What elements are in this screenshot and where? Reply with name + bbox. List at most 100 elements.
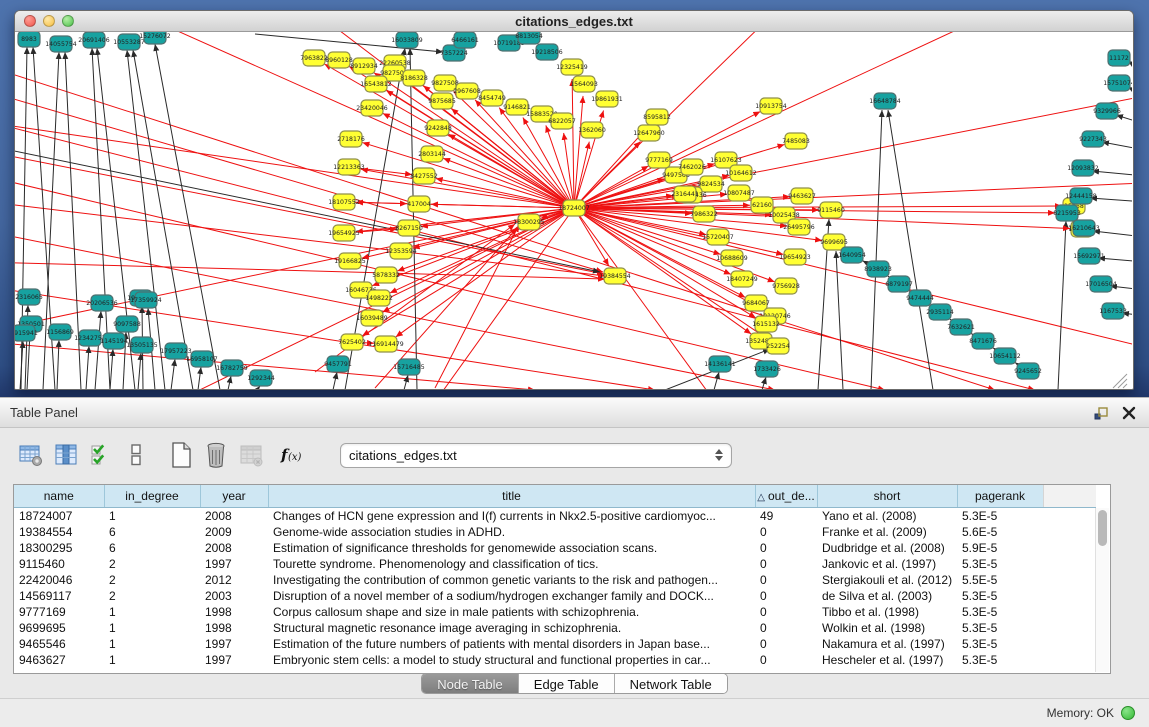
- table-cell[interactable]: 2012: [200, 572, 268, 588]
- graph-node[interactable]: 19384554: [599, 268, 631, 284]
- graph-node[interactable]: 1292344: [247, 370, 275, 386]
- column-header-pagerank[interactable]: pagerank: [957, 485, 1043, 507]
- table-cell[interactable]: Hescheler et al. (1997): [817, 652, 957, 668]
- table-cell[interactable]: 2009: [200, 524, 268, 540]
- table-cell[interactable]: Wolkin et al. (1998): [817, 620, 957, 636]
- delete-rows-icon[interactable]: [201, 441, 231, 469]
- graph-node[interactable]: 2718176: [337, 131, 365, 147]
- table-cell[interactable]: 9463627: [14, 652, 104, 668]
- table-cell[interactable]: Structural magnetic resonance image aver…: [268, 620, 755, 636]
- graph-node[interactable]: 23420046: [356, 100, 388, 116]
- table-cell[interactable]: 2008: [200, 540, 268, 556]
- graph-node[interactable]: 18300295: [513, 214, 545, 230]
- table-cell[interactable]: 14569117: [14, 588, 104, 604]
- table-cell[interactable]: 1: [104, 652, 200, 668]
- graph-node[interactable]: 8983: [18, 32, 40, 47]
- graph-node[interactable]: 1362060: [578, 122, 606, 138]
- table-cell[interactable]: 1997: [200, 556, 268, 572]
- graph-node[interactable]: 9463627: [788, 188, 816, 204]
- table-cell[interactable]: Yano et al. (2008): [817, 507, 957, 524]
- graph-node[interactable]: 16648784: [869, 93, 901, 109]
- tab-network-table[interactable]: Network Table: [614, 674, 727, 693]
- table-settings-icon[interactable]: [16, 441, 46, 469]
- table-cell[interactable]: 2: [104, 556, 200, 572]
- tab-edge-table[interactable]: Edge Table: [518, 674, 614, 693]
- graph-node[interactable]: 116914479: [368, 336, 403, 352]
- table-cell[interactable]: Tibbo et al. (1998): [817, 604, 957, 620]
- graph-node[interactable]: 9777169: [645, 152, 673, 168]
- table-cell[interactable]: 0: [755, 604, 817, 620]
- table-scrollbar-thumb[interactable]: [1098, 510, 1107, 546]
- graph-node[interactable]: 14055754: [45, 36, 77, 52]
- graph-node[interactable]: 9245652: [1014, 363, 1042, 379]
- canvas-resize-grip[interactable]: [1113, 374, 1127, 388]
- table-row[interactable]: 977716911998Corpus callosum shape and si…: [14, 604, 1096, 620]
- graph-node[interactable]: 19654923: [779, 249, 811, 265]
- graph-node[interactable]: 18724007: [558, 200, 590, 216]
- graph-node[interactable]: 7462026: [678, 159, 706, 175]
- graph-node[interactable]: 8186328: [400, 70, 428, 86]
- table-cell[interactable]: Franke et al. (2009): [817, 524, 957, 540]
- table-cell[interactable]: Dudbridge et al. (2008): [817, 540, 957, 556]
- table-cell[interactable]: 0: [755, 652, 817, 668]
- table-cell[interactable]: 0: [755, 556, 817, 572]
- table-row[interactable]: 969969511998Structural magnetic resonanc…: [14, 620, 1096, 636]
- graph-node[interactable]: 8471676: [969, 333, 997, 349]
- graph-node[interactable]: 11172: [1108, 50, 1130, 66]
- tab-node-table[interactable]: Node Table: [422, 674, 518, 693]
- table-cell[interactable]: 5.3E-5: [957, 636, 1043, 652]
- graph-node[interactable]: 14136141: [704, 356, 736, 372]
- table-cell[interactable]: 18300295: [14, 540, 104, 556]
- table-cell[interactable]: 0: [755, 540, 817, 556]
- graph-node[interactable]: 1733426: [753, 361, 781, 377]
- table-cell[interactable]: 22420046: [14, 572, 104, 588]
- graph-node[interactable]: 8267150: [395, 220, 423, 236]
- graph-node[interactable]: 12353594: [385, 243, 417, 259]
- graph-node[interactable]: 10913754: [755, 98, 787, 114]
- graph-node[interactable]: 18407249: [726, 271, 758, 287]
- window-close-button[interactable]: [24, 15, 36, 27]
- table-cell[interactable]: Estimation of significance thresholds fo…: [268, 540, 755, 556]
- graph-node[interactable]: 10807487: [723, 185, 755, 201]
- graph-node[interactable]: 1498222: [365, 290, 393, 306]
- table-cell[interactable]: 1998: [200, 604, 268, 620]
- graph-node[interactable]: 8454749: [478, 90, 506, 106]
- table-cell[interactable]: 1997: [200, 636, 268, 652]
- graph-node[interactable]: 6879197: [885, 276, 913, 292]
- table-cell[interactable]: Corpus callosum shape and size in male p…: [268, 604, 755, 620]
- table-cell[interactable]: 0: [755, 524, 817, 540]
- graph-node[interactable]: 12444158: [1065, 188, 1097, 204]
- network-canvas[interactable]: 1872400779638228960128891293422260538982…: [15, 32, 1132, 390]
- table-cell[interactable]: 1: [104, 507, 200, 524]
- graph-node[interactable]: 15716485: [393, 359, 425, 375]
- graph-node[interactable]: 8813054: [515, 32, 543, 44]
- graph-node[interactable]: 2316065: [15, 289, 43, 305]
- table-cell[interactable]: Jankovic et al. (1997): [817, 556, 957, 572]
- table-row[interactable]: 2242004622012Investigating the contribut…: [14, 572, 1096, 588]
- table-row[interactable]: 1456911722003Disruption of a novel membe…: [14, 588, 1096, 604]
- graph-node[interactable]: 12325419: [556, 59, 588, 75]
- graph-node[interactable]: 20691406: [78, 32, 110, 48]
- table-scrollbar[interactable]: [1095, 508, 1109, 672]
- table-cell[interactable]: 2: [104, 572, 200, 588]
- table-cell[interactable]: 9115460: [14, 556, 104, 572]
- table-cell[interactable]: 2: [104, 588, 200, 604]
- graph-node[interactable]: 8960128: [325, 52, 353, 68]
- table-cell[interactable]: Changes of HCN gene expression and I(f) …: [268, 507, 755, 524]
- table-cell[interactable]: 5.3E-5: [957, 556, 1043, 572]
- table-cell[interactable]: 5.3E-5: [957, 588, 1043, 604]
- graph-node[interactable]: 9227343: [1079, 131, 1107, 147]
- table-cell[interactable]: 1: [104, 636, 200, 652]
- table-cell[interactable]: 9699695: [14, 620, 104, 636]
- graph-node[interactable]: 10654112: [989, 348, 1021, 364]
- graph-node[interactable]: 16210643: [1068, 220, 1100, 236]
- table-cell[interactable]: 5.5E-5: [957, 572, 1043, 588]
- graph-node[interactable]: 10688609: [716, 250, 748, 266]
- graph-node[interactable]: 15751074: [1103, 75, 1132, 91]
- graph-node[interactable]: 5878332: [372, 267, 400, 283]
- table-row[interactable]: 1938455462009Genome-wide association stu…: [14, 524, 1096, 540]
- column-header-name[interactable]: name: [14, 485, 104, 507]
- graph-node[interactable]: 9474444: [906, 290, 934, 306]
- table-cell[interactable]: de Silva et al. (2003): [817, 588, 957, 604]
- close-panel-icon[interactable]: [1119, 404, 1139, 422]
